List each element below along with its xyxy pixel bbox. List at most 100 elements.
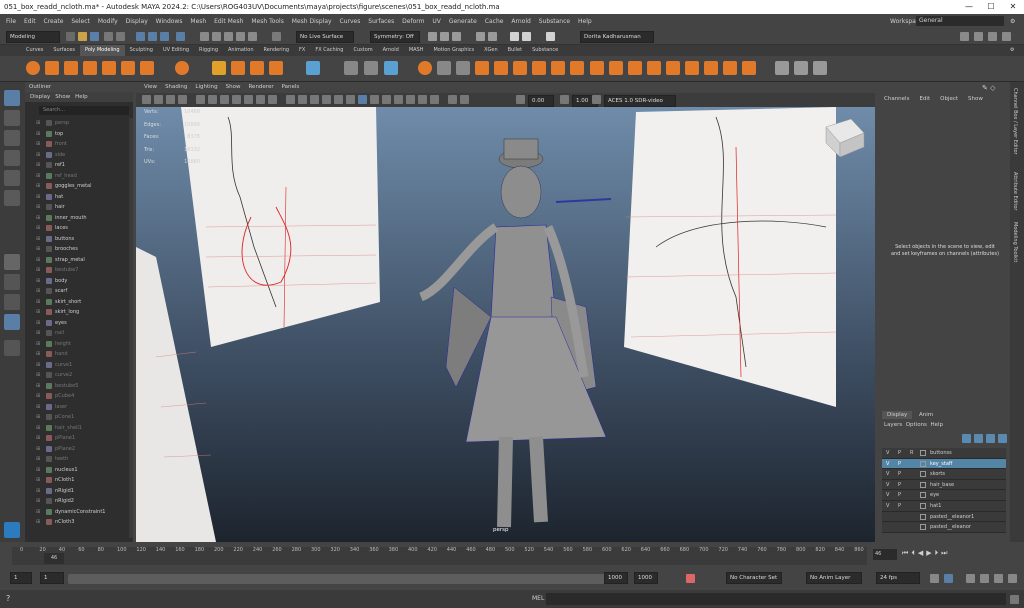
sound-icon[interactable]	[966, 574, 975, 583]
expand-icon[interactable]: ⊞	[36, 465, 40, 476]
extrude-icon[interactable]	[475, 61, 489, 75]
render-frame-icon[interactable]	[428, 32, 437, 41]
layer-visibility-toggle[interactable]: V	[886, 490, 889, 501]
viewport-menu-panels[interactable]: Panels	[282, 84, 300, 90]
outliner-item[interactable]: ⊞ pPlane2	[25, 444, 129, 455]
panel-layout-icon[interactable]	[960, 32, 969, 41]
outliner-item[interactable]: ⊞ curve1	[25, 360, 129, 371]
expand-icon[interactable]: ⊞	[36, 150, 40, 161]
outliner-item[interactable]: ⊞ body	[25, 276, 129, 287]
expand-icon[interactable]: ⊞	[36, 160, 40, 171]
character-set-dropdown[interactable]: No Character Set	[726, 572, 782, 584]
expand-icon[interactable]: ⊞	[36, 475, 40, 486]
poly-super-shape-icon[interactable]	[175, 61, 189, 75]
expand-icon[interactable]: ⊞	[36, 118, 40, 129]
lasso-tool-icon[interactable]	[4, 110, 20, 126]
type-tool-icon[interactable]	[231, 61, 245, 75]
select-by-type-icon[interactable]	[176, 32, 185, 41]
xray-components-icon[interactable]	[460, 95, 469, 104]
animation-end-field[interactable]: 1000	[634, 572, 658, 584]
expand-icon[interactable]: ⊞	[36, 139, 40, 150]
textured-icon[interactable]	[334, 95, 343, 104]
outliner-item[interactable]: ⊞ dynamicConstraint1	[25, 507, 129, 518]
cache-playback-icon[interactable]	[944, 574, 953, 583]
menu-uv[interactable]: UV	[432, 14, 441, 29]
camera-attributes-icon[interactable]	[154, 95, 163, 104]
outliner-item[interactable]: ⊞ brooches	[25, 244, 129, 255]
shelf-tab-xgen[interactable]: XGen	[479, 45, 503, 56]
hypershade-icon[interactable]	[476, 32, 485, 41]
shelf-tab-curves[interactable]: Curves	[0, 45, 48, 56]
side-tab-modeling-toolkit[interactable]: Modeling Toolkit	[1012, 222, 1018, 262]
isolate-select-icon[interactable]	[448, 95, 457, 104]
move-tool-icon[interactable]	[4, 150, 20, 166]
go-to-end-icon[interactable]: ⏭	[941, 549, 950, 557]
screen-space-ao-icon[interactable]	[394, 95, 403, 104]
image-plane-icon[interactable]	[178, 95, 187, 104]
poly-disc-icon[interactable]	[140, 61, 154, 75]
layer-color-swatch[interactable]	[920, 481, 926, 488]
shelf-tab-surfaces[interactable]: Surfaces	[48, 45, 80, 56]
outliner-item[interactable]: ⊞ nRigid1	[25, 486, 129, 497]
live-surface-dropdown[interactable]: No Live Surface	[296, 31, 354, 43]
poly-cone-icon[interactable]	[83, 61, 97, 75]
viewport-menu-lighting[interactable]: Lighting	[195, 84, 217, 90]
viewport-menu-renderer[interactable]: Renderer	[248, 84, 273, 90]
shelf-tab-animation[interactable]: Animation	[223, 45, 259, 56]
edge-flow-icon[interactable]	[775, 61, 789, 75]
new-layer-selected-icon[interactable]	[998, 434, 1007, 443]
loop-icon[interactable]	[930, 574, 939, 583]
channel-box-menu-show[interactable]: Show	[968, 96, 983, 102]
range-slider[interactable]	[68, 574, 628, 584]
outliner-item[interactable]: ⊞ ref_head	[25, 171, 129, 182]
outliner-item[interactable]: ⊞ height	[25, 339, 129, 350]
settings-gear-icon[interactable]: ⚙	[1010, 14, 1015, 29]
workspace-dropdown[interactable]: General	[916, 16, 1004, 26]
layer-playback-toggle[interactable]: P	[898, 480, 901, 491]
channel-box-menu-edit[interactable]: Edit	[919, 96, 930, 102]
expand-icon[interactable]: ⊞	[36, 433, 40, 444]
go-to-start-icon[interactable]: ⏮	[902, 549, 911, 557]
playback-speed-icon[interactable]	[994, 574, 1003, 583]
wedge-icon[interactable]	[742, 61, 756, 75]
exposure-field[interactable]: 0.00	[528, 95, 554, 107]
depth-of-field-icon[interactable]	[430, 95, 439, 104]
poly-cylinder-icon[interactable]	[64, 61, 78, 75]
ipr-render-icon[interactable]	[440, 32, 449, 41]
save-scene-icon[interactable]	[90, 32, 99, 41]
symmetry-dropdown[interactable]: Symmetry: Off	[370, 31, 420, 43]
layer-row[interactable]: V P Rbuttonss	[882, 448, 1006, 459]
outliner-search-input[interactable]: Search...	[39, 106, 129, 115]
append-polygon-icon[interactable]	[551, 61, 565, 75]
layer-row[interactable]: V Phair_base	[882, 479, 1006, 491]
current-frame-field[interactable]: 46	[873, 549, 897, 560]
arnold-ipr-icon[interactable]	[522, 32, 531, 41]
outliner-item[interactable]: ⊞ pPlane1	[25, 433, 129, 444]
outliner-item[interactable]: ⊞ laces	[25, 223, 129, 234]
expand-icon[interactable]: ⊞	[36, 286, 40, 297]
shadows-icon[interactable]	[382, 95, 391, 104]
outliner-item[interactable]: ⊞ bestube5	[25, 381, 129, 392]
outliner-item[interactable]: ⊞ hair	[25, 202, 129, 213]
layer-row[interactable]: V Pskorts	[882, 469, 1006, 480]
menu-display[interactable]: Display	[126, 14, 148, 29]
xray-icon[interactable]	[358, 95, 367, 104]
motion-blur-icon[interactable]	[406, 95, 415, 104]
shelf-tab-fx-caching[interactable]: FX Caching	[310, 45, 348, 56]
shelf-tab-fx[interactable]: FX	[294, 45, 310, 56]
safe-action-icon[interactable]	[256, 95, 265, 104]
layer-color-swatch[interactable]	[920, 450, 926, 456]
outliner-item[interactable]: ⊞ hand	[25, 349, 129, 360]
command-language-label[interactable]: MEL	[532, 595, 544, 602]
snap-surface-icon[interactable]	[248, 32, 257, 41]
color-management-icon[interactable]	[592, 95, 601, 104]
menu-substance[interactable]: Substance	[539, 14, 570, 29]
offset-edge-loop-icon[interactable]	[666, 61, 680, 75]
menu-generate[interactable]: Generate	[449, 14, 477, 29]
playback-end-field[interactable]: 1000	[604, 572, 628, 584]
gate-mask-icon[interactable]	[232, 95, 241, 104]
separate-icon[interactable]	[437, 61, 451, 75]
layer-menu-help[interactable]: Help	[930, 422, 943, 428]
play-forward-icon[interactable]: ▶	[926, 549, 934, 557]
expand-icon[interactable]: ⊞	[36, 223, 40, 234]
